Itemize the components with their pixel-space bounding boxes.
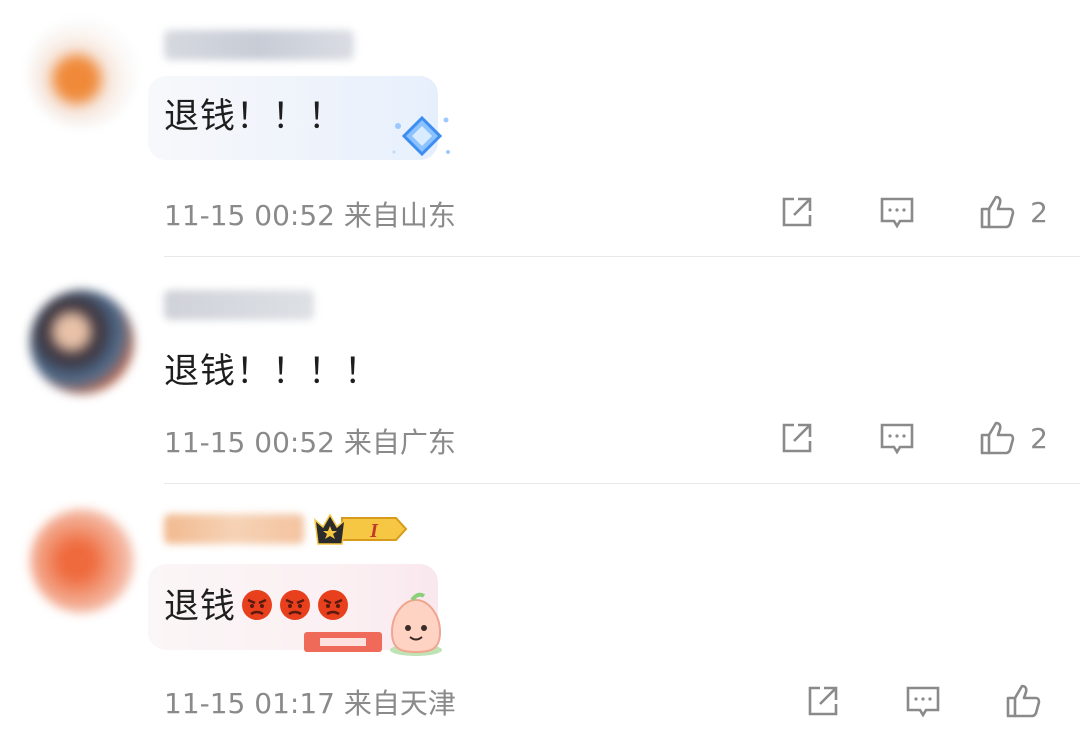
comment-actions: 2 xyxy=(778,193,1048,231)
like-icon xyxy=(980,195,1015,229)
comment-actions xyxy=(804,682,1042,720)
username-blurred[interactable] xyxy=(164,30,354,60)
username-blurred[interactable] xyxy=(164,290,314,320)
like-button[interactable] xyxy=(1004,682,1042,720)
timestamp: 11-15 01:17 xyxy=(164,687,335,720)
comment-icon xyxy=(880,197,914,229)
like-count: 2 xyxy=(1030,195,1048,229)
like-count: 2 xyxy=(1030,421,1048,455)
comment-button[interactable] xyxy=(878,193,916,231)
like-icon xyxy=(980,421,1015,455)
avatar[interactable] xyxy=(30,509,134,613)
comment-text-content: 退钱 xyxy=(164,587,237,627)
timestamp: 11-15 00:52 xyxy=(164,199,335,232)
comment-text: 退钱！！！！ xyxy=(164,352,381,392)
comment-text: 退钱！！！ xyxy=(164,97,345,137)
comment-icon xyxy=(906,686,940,718)
share-icon xyxy=(782,197,812,227)
share-button[interactable] xyxy=(778,419,816,457)
like-icon xyxy=(1006,684,1041,718)
share-icon xyxy=(808,686,838,716)
avatar[interactable] xyxy=(30,22,134,126)
comment-item-3: I 退钱 11-15 01:17 来自天津 xyxy=(0,484,1080,729)
comment-meta: 11-15 01:17 来自天津 xyxy=(164,682,456,722)
angry-face-icon xyxy=(280,589,311,620)
comment-item-2: 退钱！！！！ 11-15 00:52 来自广东 2 xyxy=(0,257,1080,484)
comment-meta: 11-15 00:52 来自广东 xyxy=(164,421,456,461)
avatar[interactable] xyxy=(30,290,134,394)
location: 来自天津 xyxy=(343,687,456,720)
comment-icon xyxy=(880,423,914,455)
comment-item-1: 退钱！！！ 11-15 00:52 来自山东 2 xyxy=(0,0,1080,257)
like-button[interactable]: 2 xyxy=(978,193,1048,231)
vip-crown-badge-icon[interactable]: I xyxy=(312,510,410,548)
location: 来自广东 xyxy=(343,426,456,459)
like-button[interactable]: 2 xyxy=(978,419,1048,457)
diamond-sticker-icon xyxy=(392,115,450,157)
share-button[interactable] xyxy=(804,682,842,720)
angry-face-icon xyxy=(242,589,273,620)
timestamp: 11-15 00:52 xyxy=(164,426,335,459)
share-button[interactable] xyxy=(778,193,816,231)
comment-actions: 2 xyxy=(778,419,1048,457)
comment-button[interactable] xyxy=(878,419,916,457)
angry-face-icon xyxy=(318,589,349,620)
username-blurred[interactable] xyxy=(164,514,304,544)
comment-text: 退钱 xyxy=(164,578,350,629)
comment-button[interactable] xyxy=(904,682,942,720)
comment-meta: 11-15 00:52 来自山东 xyxy=(164,194,456,234)
share-icon xyxy=(782,423,812,453)
badge-level: I xyxy=(369,520,379,542)
location: 来自山东 xyxy=(343,199,456,232)
